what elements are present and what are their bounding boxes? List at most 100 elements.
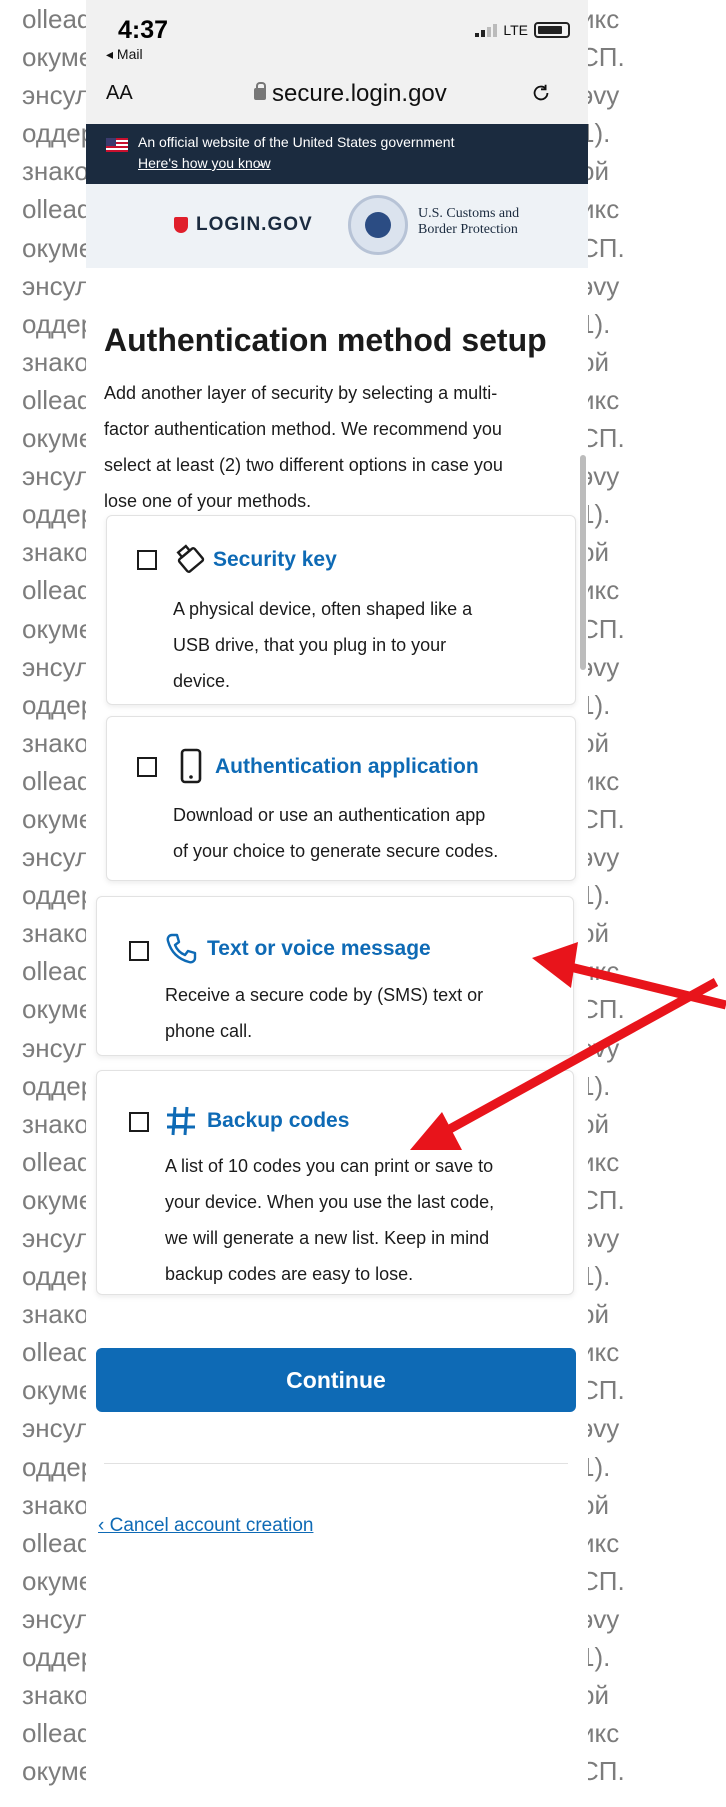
description-line: USB drive, that you plug in to your [173,635,447,655]
phone-call-icon [166,933,197,964]
description-line: we will generate a new list. Keep in min… [165,1228,490,1248]
login-shield-icon [174,217,188,233]
heres-how-you-know-link[interactable]: Here's how you know [138,155,271,171]
background-text-fragment: знако [22,1299,89,1330]
background-text-fragment: окуме [22,423,94,454]
option-card-text-or-voice[interactable]: Text or voice message Receive a secure c… [96,896,574,1056]
option-card-backup-codes[interactable]: Backup codes A list of 10 codes you can … [96,1070,574,1295]
lock-icon [254,82,266,100]
background-left-text: olleaq окуме энсул оддер знако olleaq окуме энс… [22,0,95,1790]
option-title[interactable]: Security key [213,548,337,572]
login-gov-logo[interactable]: LOGIN.GOV [174,214,313,236]
battery-icon [534,22,570,38]
partner-name-line-1: U.S. Customs and [418,206,520,221]
background-text-fragment: olleaq [22,956,92,987]
option-title[interactable]: Text or voice message [207,937,431,961]
partner-name: U.S. Customs and Border Protection [418,206,519,238]
browser-address-bar[interactable]: AA secure.login.gov [86,62,588,124]
url-display[interactable]: secure.login.gov [254,80,447,108]
backup-codes-checkbox[interactable] [129,1112,149,1132]
background-text-fragment: окуме [22,994,94,1025]
background-text-fragment: оддер [22,1642,96,1673]
description-line: Download or use an authentication app [173,805,486,825]
backup-codes-icon [167,1106,195,1136]
intro-text: Add another layer of security by selecti… [104,375,576,519]
status-time: 4:37 [118,16,169,44]
option-card-authentication-application[interactable]: Authentication application Download or u… [106,716,576,881]
background-text-fragment: энсул [22,842,91,873]
background-text-fragment: olleaq [22,1337,92,1368]
partner-name-line-2: Border Protection [418,222,518,237]
background-text-fragment: знако [22,346,89,377]
background-text-fragment: окуме [22,613,94,644]
authentication-application-checkbox[interactable] [137,757,157,777]
background-text-fragment: оддер [22,118,96,149]
reload-icon[interactable] [530,82,552,104]
background-text-fragment: энсул [22,651,91,682]
background-text-fragment: оддер [22,1261,96,1292]
background-text-fragment: знако [22,1680,89,1711]
intro-line: Add another layer of security by selecti… [104,383,498,403]
background-text-fragment: оддер [22,1070,96,1101]
option-description: Receive a secure code by (SMS) text or p… [165,977,483,1049]
background-text-fragment: olleaq [22,1527,92,1558]
background-text-fragment: olleaq [22,4,92,34]
background-text-fragment: окуме [22,1756,94,1787]
option-card-security-key[interactable]: Security key A physical device, often sh… [106,515,576,705]
option-title[interactable]: Authentication application [215,755,479,779]
divider [104,1463,568,1464]
scrollbar[interactable] [580,455,586,670]
intro-line: lose one of your methods. [104,491,312,511]
intro-line: factor authentication method. We recomme… [104,419,502,439]
gov-banner-text: An official website of the United States… [138,134,455,150]
background-text-fragment: окуме [22,1375,94,1406]
phone-app-icon [180,748,202,784]
description-line: device. [173,671,231,691]
background-text-fragment: знако [22,1489,89,1520]
chevron-down-icon[interactable]: ⌄ [256,155,266,169]
background-text-fragment: olleaq [22,1146,92,1177]
background-text-fragment: энсул [22,461,91,492]
background-text-fragment: olleaq [22,1718,92,1749]
background-text-fragment: olleaq [22,765,92,796]
description-line: Receive a secure code by (SMS) text or [165,985,484,1005]
option-title[interactable]: Backup codes [207,1109,349,1133]
text-or-voice-checkbox[interactable] [129,941,149,961]
option-description: A list of 10 codes you can print or save… [165,1148,494,1292]
description-line: A physical device, often shaped like a [173,599,473,619]
security-key-checkbox[interactable] [137,550,157,570]
site-header: LOGIN.GOV U.S. Customs and Border Protec… [86,184,588,268]
status-bar: 4:37 ◂ Mail LTE [86,0,588,62]
description-line: A list of 10 codes you can print or save… [165,1156,494,1176]
background-text-fragment: оддер [22,1451,96,1482]
cancel-account-creation-link[interactable]: ‹ Cancel account creation [98,1515,313,1537]
background-text-fragment: окуме [22,1565,94,1596]
security-key-icon [176,544,205,573]
background-text-fragment: знако [22,1108,89,1139]
background-text-fragment: энсул [22,1413,91,1444]
status-icons: LTE [475,22,570,38]
background-text-fragment: окуме [22,1184,94,1215]
description-line: your device. When you use the last code, [165,1192,495,1212]
background-text-fragment: olleaq [22,575,92,606]
background-text-fragment: энсул [22,1603,91,1634]
signal-icon [475,23,498,37]
continue-button[interactable]: Continue [96,1348,576,1412]
intro-line: select at least (2) two different option… [104,455,503,475]
description-line: phone call. [165,1021,253,1041]
background-text-fragment: энсул [22,270,91,301]
cbp-seal-icon [348,195,408,255]
background-text-fragment: оддер [22,308,96,339]
background-text-fragment: энсул [22,1032,91,1063]
back-to-mail-link[interactable]: ◂ Mail [106,46,143,63]
option-description: Download or use an authentication app of… [173,797,498,869]
background-text-fragment: энсул [22,1223,91,1253]
url-text: secure.login.gov [272,80,447,107]
background-text-fragment: окуме [22,42,94,73]
background-text-fragment: оддер [22,880,96,911]
background-text-fragment: оддер [22,689,96,720]
background-text-fragment: olleaq [22,194,92,225]
background-text-fragment: знако [22,918,89,949]
background-text-fragment: окуме [22,803,94,834]
text-size-button[interactable]: AA [106,82,133,105]
